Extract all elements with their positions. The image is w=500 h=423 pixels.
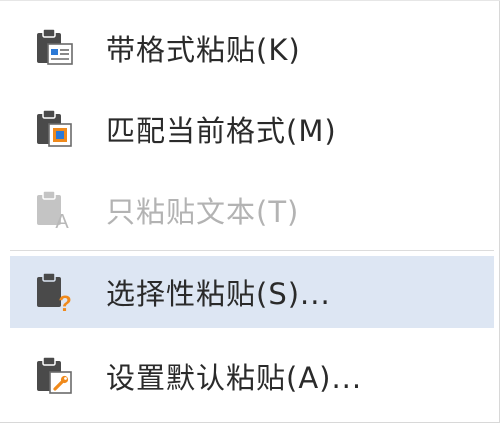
svg-text:?: ? — [58, 291, 71, 314]
menu-item-label: 匹配当前格式(M) — [106, 114, 337, 148]
menu-item-label: 只粘贴文本(T) — [106, 195, 300, 229]
menu-item-paste-match-format[interactable]: 匹配当前格式(M) — [10, 93, 494, 165]
menu-item-label: 选择性粘贴(S)... — [106, 277, 331, 311]
menu-item-label: 设置默认粘贴(A)... — [106, 361, 363, 395]
menu-separator — [10, 250, 494, 251]
menu-item-paste-with-format[interactable]: 带格式粘贴(K) — [10, 12, 494, 84]
menu-item-paste-text-only[interactable]: A 只粘贴文本(T) — [10, 174, 494, 246]
menu-item-paste-special[interactable]: ? 选择性粘贴(S)... — [10, 256, 494, 328]
paste-match-format-icon — [37, 109, 72, 147]
svg-text:A: A — [55, 211, 69, 232]
paste-text-only-icon: A — [37, 190, 69, 232]
set-default-paste-icon — [37, 356, 72, 394]
paste-special-icon: ? — [37, 272, 72, 314]
menu-item-label: 带格式粘贴(K) — [106, 33, 301, 67]
menu-item-set-default-paste[interactable]: 设置默认粘贴(A)... — [10, 340, 494, 412]
paste-context-menu: 带格式粘贴(K) 匹配当前格式(M) A 只粘贴文本(T) ? 选择性粘贴(S)… — [0, 0, 500, 423]
menu-top-edge — [0, 0, 500, 6]
paste-with-format-icon — [37, 28, 73, 65]
